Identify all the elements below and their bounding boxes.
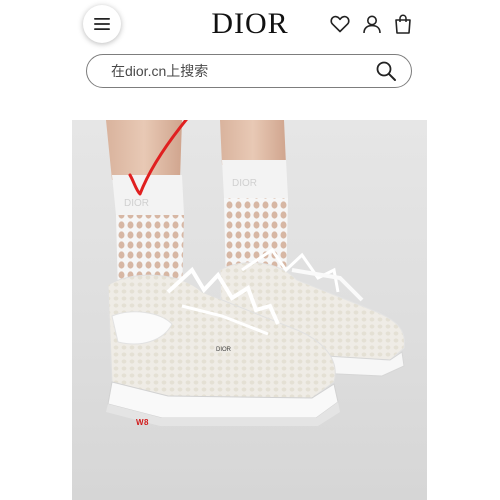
- user-icon: [363, 15, 381, 34]
- search-icon[interactable]: [375, 60, 397, 82]
- watermark-label: W8: [136, 418, 149, 427]
- wishlist-button[interactable]: [328, 12, 352, 36]
- menu-icon: [94, 18, 110, 30]
- search-input[interactable]: 在dior.cn上搜索: [86, 54, 412, 88]
- account-button[interactable]: [360, 12, 384, 36]
- search-placeholder: 在dior.cn上搜索: [111, 63, 209, 79]
- shopping-bag-button[interactable]: [391, 12, 415, 36]
- menu-button[interactable]: [83, 5, 121, 43]
- shopping-bag-icon: [395, 14, 411, 34]
- check-mark-icon: [128, 120, 189, 196]
- product-image[interactable]: DIOR DIOR DIOR: [72, 120, 427, 500]
- brand-logo[interactable]: DIOR: [190, 4, 310, 44]
- site-header: DIOR 在dior.cn上搜索: [0, 0, 500, 100]
- heart-icon: [330, 15, 350, 33]
